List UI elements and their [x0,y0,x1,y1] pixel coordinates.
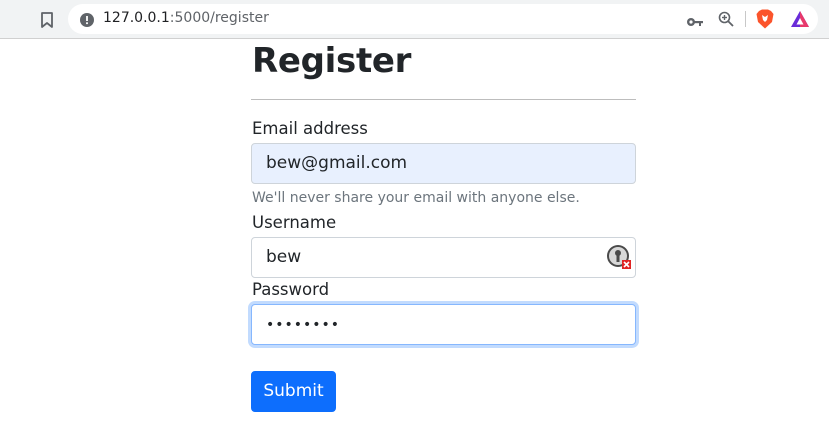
url-text[interactable]: 127.0.0.1:5000/register [103,10,269,26]
password-field[interactable]: •••••••• [251,304,636,345]
url-path: :5000/register [169,10,269,26]
divider [251,99,636,100]
zoom-icon[interactable] [718,11,734,27]
brave-rewards-icon[interactable] [790,10,810,28]
username-label: Username [252,213,337,232]
submit-button[interactable]: Submit [251,371,336,412]
password-manager-icon[interactable] [606,244,632,270]
email-label: Email address [252,119,368,138]
url-host: 127.0.0.1 [103,10,170,26]
address-bar[interactable]: 127.0.0.1:5000/register [68,4,818,34]
browser-toolbar: 127.0.0.1:5000/register [0,0,829,39]
email-help-text: We'll never share your email with anyone… [252,190,580,206]
username-field[interactable]: bew [251,237,636,278]
email-field[interactable]: bew@gmail.com [251,143,636,184]
site-info-icon[interactable] [80,12,94,27]
email-value: bew@gmail.com [266,153,408,173]
toolbar-separator [745,11,746,27]
key-icon[interactable] [686,13,704,26]
username-value: bew [266,247,302,267]
password-value: •••••••• [266,317,341,333]
page-title: Register [252,41,412,81]
brave-shields-icon[interactable] [756,9,774,29]
bookmark-icon[interactable] [40,12,54,28]
password-label: Password [252,280,330,299]
